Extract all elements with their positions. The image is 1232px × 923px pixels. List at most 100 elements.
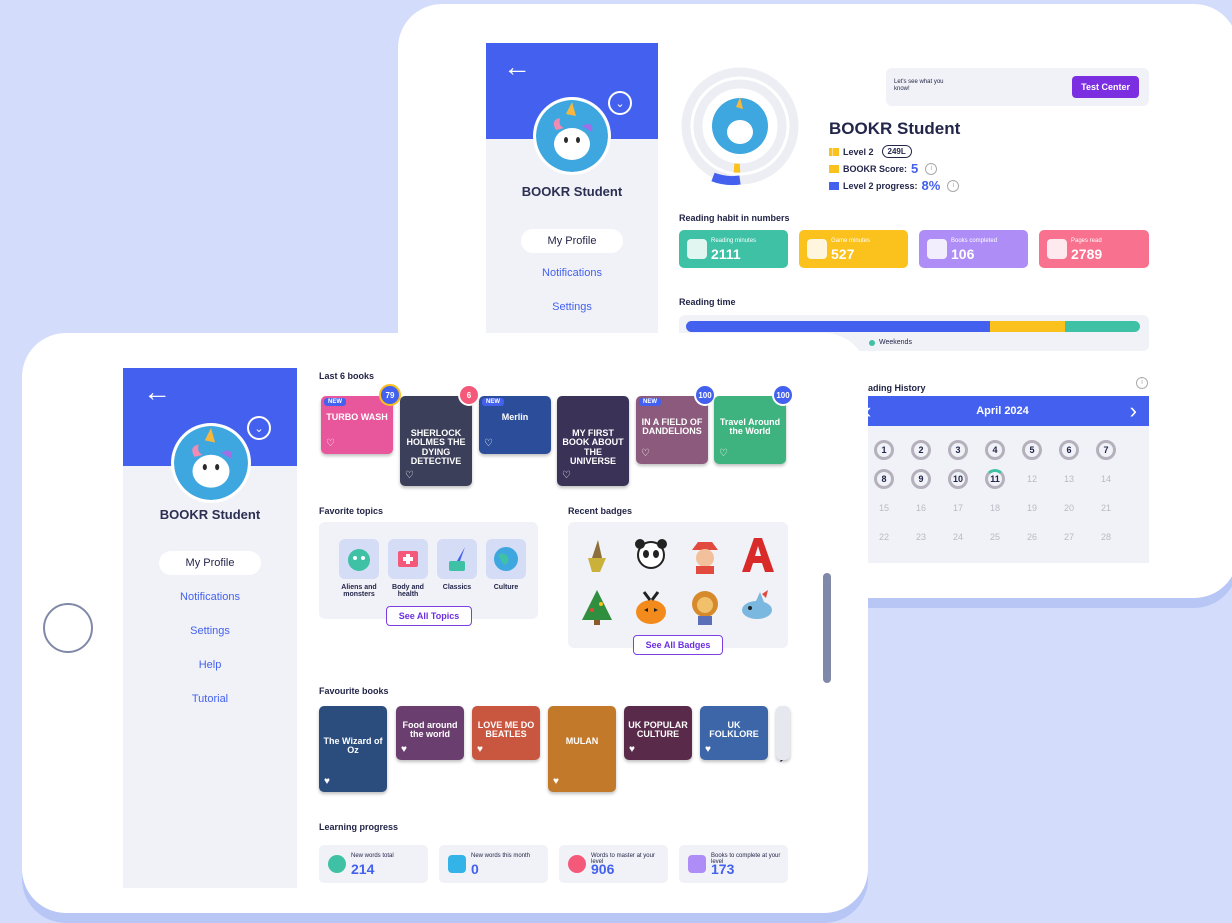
fav-book-card-partial[interactable] <box>776 706 790 760</box>
nav-my-profile[interactable]: My Profile <box>123 551 297 575</box>
topic-body-icon[interactable] <box>388 539 428 579</box>
last-book-card[interactable]: TURBO WASH NEW ♡ <box>321 396 393 454</box>
badge-pumpkin-icon[interactable] <box>632 588 670 626</box>
calendar-day[interactable]: 20 <box>1059 498 1079 518</box>
heart-icon[interactable]: ♥ <box>477 744 483 755</box>
nav-help[interactable]: Help <box>123 659 297 671</box>
calendar-day[interactable]: 5 <box>1022 440 1042 460</box>
calendar-day[interactable]: 25 <box>985 527 1005 547</box>
profile-menu-icon[interactable]: ⌄ <box>608 91 632 115</box>
calendar-day[interactable]: 1 <box>874 440 894 460</box>
calendar-day[interactable]: 26 <box>1022 527 1042 547</box>
calendar-day[interactable]: 7 <box>1096 440 1116 460</box>
last-book-card[interactable]: MY FIRST BOOK ABOUT THE UNIVERSE ♡ <box>557 396 629 486</box>
last-book-card[interactable]: Merlin NEW ♡ <box>479 396 551 454</box>
badge-shark-icon[interactable] <box>738 588 776 626</box>
calendar-day[interactable]: 4 <box>985 440 1005 460</box>
badge-letter-a-icon[interactable] <box>738 536 776 574</box>
info-icon[interactable]: i <box>925 162 938 175</box>
last-book-card[interactable]: Travel Around the World ♡ <box>714 396 786 464</box>
calendar-day[interactable]: 9 <box>911 469 931 489</box>
calendar-day[interactable]: 27 <box>1059 527 1079 547</box>
learning-value: 906 <box>591 861 615 877</box>
badge-tree-icon[interactable] <box>578 588 616 626</box>
level-label: Level 2 <box>843 146 874 157</box>
score-badge: 100 <box>694 384 716 406</box>
calendar-day[interactable]: 11 <box>985 469 1005 489</box>
heart-icon[interactable]: ♥ <box>324 776 330 787</box>
scrollbar[interactable] <box>823 573 831 683</box>
stat-value: 2111 <box>711 246 741 262</box>
heart-icon[interactable]: ♡ <box>484 438 493 449</box>
learning-icon <box>568 855 586 873</box>
last-book-card[interactable]: IN A FIELD OF DANDELIONS NEW ♡ <box>636 396 708 464</box>
hourglass-icon <box>687 239 707 259</box>
topic-classics-icon[interactable] <box>437 539 477 579</box>
next-month-icon[interactable]: › <box>1130 398 1137 424</box>
back-arrow-icon[interactable]: ← <box>503 53 531 81</box>
calendar-grid: 1 2 3 4 5 6 7 8 9 10 11 12 13 14 15 16 17 18 19 20 21 22 23 24 2… <box>856 426 1149 563</box>
info-icon[interactable]: i <box>947 179 960 192</box>
calendar-day[interactable]: 16 <box>911 498 931 518</box>
calendar-day[interactable]: 19 <box>1022 498 1042 518</box>
fav-book-card[interactable]: MULAN ♥ <box>548 706 616 792</box>
nav-my-profile[interactable]: My Profile <box>486 229 658 253</box>
heart-icon[interactable]: ♡ <box>719 448 728 459</box>
calendar-day[interactable]: 14 <box>1096 469 1116 489</box>
profile-menu-icon[interactable]: ⌄ <box>247 416 271 440</box>
calendar-day[interactable]: 22 <box>874 527 894 547</box>
badge-lion-icon[interactable] <box>686 588 724 626</box>
last-book-card[interactable]: SHERLOCK HOLMES THE DYING DETECTIVE ♡ <box>400 396 472 486</box>
calendar-day[interactable]: 23 <box>911 527 931 547</box>
topic-aliens-icon[interactable] <box>339 539 379 579</box>
topic-culture-icon[interactable] <box>486 539 526 579</box>
test-center-button[interactable]: Test Center <box>1072 76 1139 98</box>
fav-book-card[interactable]: UK FOLKLORE ♥ <box>700 706 768 760</box>
stat-books-completed: Books completed 106 <box>919 230 1028 268</box>
heart-icon[interactable]: ♥ <box>401 744 407 755</box>
calendar-day[interactable]: 6 <box>1059 440 1079 460</box>
calendar-day[interactable]: 2 <box>911 440 931 460</box>
fav-book-card[interactable]: LOVE ME DO BEATLES ♥ <box>472 706 540 760</box>
history-info-icon[interactable]: i <box>1136 377 1148 389</box>
calendar-day[interactable]: 15 <box>874 498 894 518</box>
nav-notifications[interactable]: Notifications <box>123 591 297 603</box>
calendar-day[interactable]: 3 <box>948 440 968 460</box>
badge-explorer-icon[interactable] <box>686 536 724 574</box>
nav-notifications[interactable]: Notifications <box>486 267 658 279</box>
book-title: MULAN <box>565 736 599 746</box>
calendar-day[interactable]: 12 <box>1022 469 1042 489</box>
learning-card: New words total 214 <box>319 845 428 883</box>
calendar-day[interactable]: 13 <box>1059 469 1079 489</box>
nav-settings[interactable]: Settings <box>123 625 297 637</box>
see-all-topics-button[interactable]: See All Topics <box>386 606 472 626</box>
alien-icon <box>348 549 370 571</box>
fav-book-card[interactable]: UK POPULAR CULTURE ♥ <box>624 706 692 760</box>
see-all-badges-button[interactable]: See All Badges <box>633 635 723 655</box>
calendar-day[interactable]: 17 <box>948 498 968 518</box>
heart-icon[interactable]: ♡ <box>326 438 335 449</box>
heart-icon[interactable]: ♥ <box>705 744 711 755</box>
heart-icon[interactable]: ♡ <box>641 448 650 459</box>
learning-value: 214 <box>351 861 375 877</box>
nav-settings[interactable]: Settings <box>486 301 658 313</box>
fav-book-card[interactable]: Food around the world ♥ <box>396 706 464 760</box>
bar-segment-weekdays <box>686 321 991 332</box>
nav-tutorial[interactable]: Tutorial <box>123 693 297 705</box>
fav-book-card[interactable]: The Wizard of Oz ♥ <box>319 706 387 792</box>
calendar-day[interactable]: 10 <box>948 469 968 489</box>
heart-icon[interactable]: ♡ <box>405 470 414 481</box>
badge-broom-icon[interactable] <box>578 536 616 574</box>
badge-panda-icon[interactable] <box>632 536 670 574</box>
stat-value: 106 <box>951 246 975 262</box>
calendar-day[interactable]: 24 <box>948 527 968 547</box>
back-arrow-icon[interactable]: ← <box>143 378 171 406</box>
heart-icon[interactable]: ♥ <box>553 776 559 787</box>
heart-icon[interactable]: ♡ <box>562 470 571 481</box>
calendar-day[interactable]: 18 <box>985 498 1005 518</box>
calendar-day[interactable]: 21 <box>1096 498 1116 518</box>
calendar-day[interactable]: 8 <box>874 469 894 489</box>
calendar-day[interactable]: 28 <box>1096 527 1116 547</box>
heart-icon[interactable]: ♥ <box>629 744 635 755</box>
home-button[interactable] <box>43 603 93 653</box>
